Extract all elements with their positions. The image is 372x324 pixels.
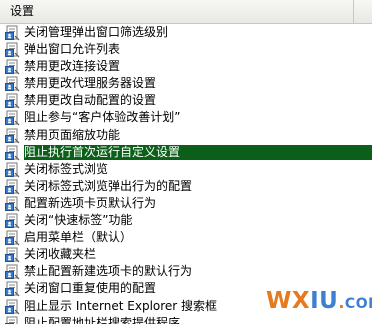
policy-row[interactable]: 阻止执行首次运行自定义设置: [0, 144, 372, 161]
column-header: 设置: [0, 0, 372, 24]
setting-column-label: 设置: [10, 4, 35, 18]
policy-label: 阻止显示 Internet Explorer 搜索框: [24, 298, 218, 313]
policy-setting-icon: [5, 281, 21, 297]
next-column-header[interactable]: [355, 0, 372, 23]
policy-setting-icon: [5, 59, 21, 75]
watermark-suffix: COM: [344, 296, 372, 312]
policy-setting-icon: [5, 196, 21, 212]
policy-setting-icon: [5, 25, 21, 41]
policy-setting-icon: [5, 76, 21, 92]
policy-row[interactable]: 关闭标签式浏览弹出行为的配置: [0, 178, 372, 195]
policy-setting-icon: [5, 128, 21, 144]
policy-label: 禁用页面缩放功能: [24, 127, 121, 142]
policy-label: 禁用更改连接设置: [24, 59, 121, 74]
policy-list: 关闭管理弹出窗口筛选级别 弹出窗口允许列表 禁用更改连接设置 禁用更改代理服务器…: [0, 24, 372, 324]
policy-label: 阻止配置地址栏搜索提供程序: [24, 315, 181, 324]
policy-label: 禁用更改自动配置的设置: [24, 93, 157, 108]
watermark-part1: WX: [266, 288, 311, 314]
policy-row[interactable]: 启用菜单栏（默认）: [0, 229, 372, 246]
policy-label: 关闭窗口重复使用的配置: [24, 281, 157, 296]
policy-row[interactable]: 关闭管理弹出窗口筛选级别: [0, 24, 372, 41]
policy-setting-icon: [5, 93, 21, 109]
policy-row[interactable]: 禁用页面缩放功能: [0, 127, 372, 144]
policy-row[interactable]: 关闭收藏夹栏: [0, 246, 372, 263]
policy-setting-icon: [5, 42, 21, 58]
policy-row[interactable]: 弹出窗口允许列表: [0, 41, 372, 58]
policy-setting-icon: [5, 179, 21, 195]
policy-label: 配置新选项卡页默认行为: [24, 195, 157, 210]
policy-row[interactable]: 禁用更改代理服务器设置: [0, 75, 372, 92]
watermark-dot: .: [338, 293, 345, 312]
policy-row[interactable]: 禁用更改自动配置的设置: [0, 92, 372, 109]
policy-label: 禁止配置新建选项卡的默认行为: [24, 264, 193, 279]
policy-label: 关闭收藏夹栏: [24, 247, 97, 262]
policy-row[interactable]: 禁止配置新建选项卡的默认行为: [0, 263, 372, 280]
policy-setting-icon: [5, 145, 21, 161]
policy-row[interactable]: 关闭“快速标签”功能: [0, 212, 372, 229]
policy-label: 关闭标签式浏览: [24, 161, 109, 176]
policy-setting-icon: [5, 264, 21, 280]
policy-setting-icon: [5, 213, 21, 229]
policy-label: 阻止执行首次运行自定义设置: [24, 144, 372, 160]
policy-label: 关闭“快速标签”功能: [24, 213, 133, 228]
site-watermark: WXIU.COM: [266, 288, 372, 317]
policy-setting-icon: [5, 247, 21, 263]
policy-setting-icon: [5, 230, 21, 246]
policy-label: 禁用更改代理服务器设置: [24, 76, 157, 91]
policy-setting-icon: [5, 110, 21, 126]
policy-label: 关闭管理弹出窗口筛选级别: [24, 25, 169, 39]
policy-settings-pane: 设置 关闭管理弹出窗口筛选级别 弹出窗口允许列表 禁用更改连接设置 禁用更改代理…: [0, 0, 372, 324]
policy-setting-icon: [5, 299, 21, 315]
policy-setting-icon: [5, 162, 21, 178]
watermark-part2: IU: [310, 288, 339, 314]
policy-row[interactable]: 禁用更改连接设置: [0, 58, 372, 75]
setting-column-header[interactable]: 设置: [0, 0, 354, 23]
policy-row[interactable]: 配置新选项卡页默认行为: [0, 195, 372, 212]
policy-setting-icon: [5, 316, 21, 324]
policy-row[interactable]: 关闭标签式浏览: [0, 161, 372, 178]
policy-label: 关闭标签式浏览弹出行为的配置: [24, 178, 193, 193]
policy-label: 弹出窗口允许列表: [24, 42, 121, 57]
policy-label: 阻止参与“客户体验改善计划”: [24, 110, 181, 125]
policy-label: 启用菜单栏（默认）: [24, 230, 133, 245]
policy-row[interactable]: 阻止参与“客户体验改善计划”: [0, 109, 372, 126]
